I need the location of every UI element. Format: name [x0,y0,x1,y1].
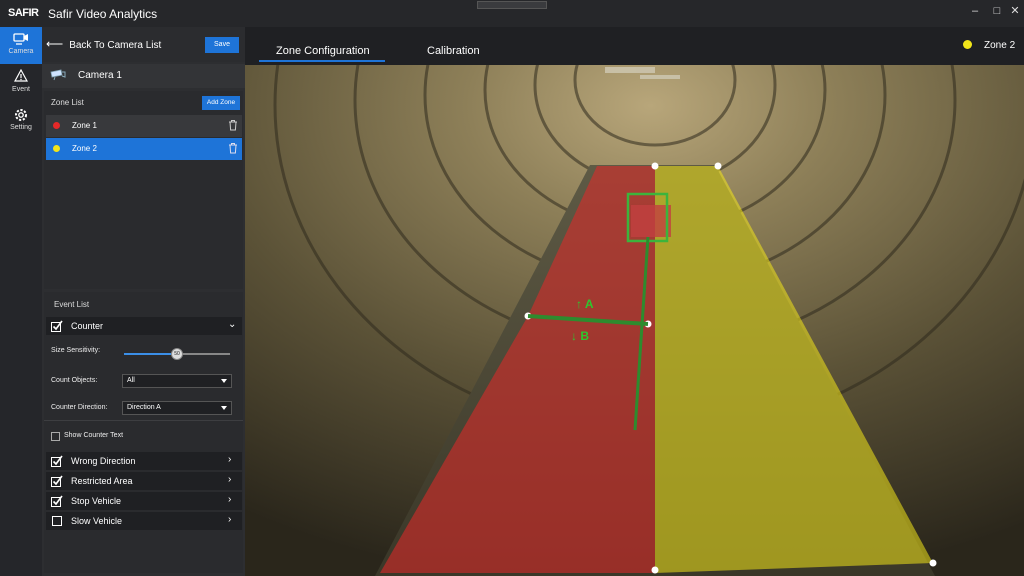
trash-icon[interactable] [228,119,238,131]
zone-color-dot [53,145,60,152]
show-counter-text-label: Show Counter Text [64,432,124,439]
zone-name: Zone 1 [72,121,97,130]
active-zone-indicator: Zone 2 [963,40,1015,51]
divider [44,420,243,421]
chevron-right-icon[interactable]: › [228,514,231,525]
tab-bar: Zone Configuration Calibration Zone 2 [245,27,1024,65]
save-button[interactable]: Save [205,37,239,53]
count-objects-select[interactable]: All [122,374,232,388]
zone-name: Zone 2 [72,144,97,153]
gear-icon [0,103,42,123]
event-label: Slow Vehicle [71,516,123,526]
count-objects-value: All [127,377,135,384]
active-tab-indicator [259,60,385,62]
zone-color-dot [963,40,972,49]
show-counter-text-checkbox[interactable] [51,432,60,441]
rail-setting-label: Setting [10,124,32,131]
checkbox-checked-icon[interactable] [51,475,63,487]
rail-event[interactable]: Event [0,65,42,102]
event-list: Event List Counter ⌄ Size Sensitivity: 5… [44,292,243,573]
cctv-camera-icon [50,69,66,84]
zone-list-title: Zone List [51,98,84,107]
chevron-down-icon[interactable]: ⌄ [228,319,236,330]
back-to-camera-list[interactable]: ⟵ Back To Camera List [46,37,161,51]
minimize-icon[interactable]: – [968,4,982,18]
app-title: Safir Video Analytics [48,7,158,21]
camera-icon [0,27,42,47]
rail-event-label: Event [12,86,30,93]
checkbox-unchecked-icon[interactable] [51,515,63,527]
app-logo: SAFIR [8,7,39,19]
warning-icon [0,65,42,85]
zone-color-dot [53,122,60,129]
event-wrong-direction[interactable]: Wrong Direction › [46,452,242,470]
dropdown-caret-icon [221,379,227,383]
event-label: Restricted Area [71,476,133,486]
back-label: Back To Camera List [69,40,162,51]
checkbox-checked-icon[interactable] [51,455,63,467]
event-label: Counter [71,321,104,331]
tab-zone-configuration[interactable]: Zone Configuration [276,45,370,57]
size-sensitivity-label: Size Sensitivity: [51,347,101,354]
panel-header: ⟵ Back To Camera List Save [42,27,245,62]
trash-icon[interactable] [228,142,238,154]
camera-name: Camera 1 [78,70,122,81]
size-sensitivity-slider[interactable]: 50 [124,348,230,360]
event-slow-vehicle[interactable]: Slow Vehicle › [46,512,242,530]
zone-list: Zone List Add Zone Zone 1 Zone 2 [44,91,243,289]
counter-direction-label: Counter Direction: [51,404,108,411]
back-arrow-icon: ⟵ [46,37,64,51]
checkbox-checked-icon[interactable] [51,495,63,507]
left-rail: Camera Event Setting [0,27,42,576]
rail-setting[interactable]: Setting [0,103,42,140]
tunnel-scene [245,65,1024,576]
counter-direction-select[interactable]: Direction A [122,401,232,415]
chevron-right-icon[interactable]: › [228,494,231,505]
add-zone-button[interactable]: Add Zone [202,96,240,110]
chevron-right-icon[interactable]: › [228,454,231,465]
rail-camera[interactable]: Camera [0,27,42,64]
event-counter[interactable]: Counter ⌄ [46,317,242,335]
event-restricted-area[interactable]: Restricted Area › [46,472,242,490]
zone-item-1[interactable]: Zone 1 [46,115,242,137]
active-zone-label: Zone 2 [984,40,1016,51]
zone-item-2[interactable]: Zone 2 [46,138,242,160]
maximize-icon[interactable]: □ [990,4,1004,18]
zone-list-header: Zone List Add Zone [44,93,243,113]
checkbox-checked-icon[interactable] [51,320,63,332]
title-bar: SAFIR Safir Video Analytics – □ ✕ [0,0,1024,27]
direction-a-label: ↑ A [576,297,594,311]
tab-calibration[interactable]: Calibration [427,45,480,57]
event-stop-vehicle[interactable]: Stop Vehicle › [46,492,242,510]
slider-thumb[interactable]: 50 [171,348,183,360]
event-label: Wrong Direction [71,456,136,466]
counter-direction-value: Direction A [127,404,161,411]
rail-camera-label: Camera [8,48,34,55]
slider-fill [124,353,177,355]
camera-row: Camera 1 [42,64,245,88]
chevron-right-icon[interactable]: › [228,474,231,485]
close-icon[interactable]: ✕ [1008,4,1022,18]
camera-view[interactable]: ↑ A ↓ B [245,65,1024,576]
title-drag-handle[interactable] [477,1,547,9]
dropdown-caret-icon [221,406,227,410]
side-panel: ⟵ Back To Camera List Save Camera 1 Zone … [42,27,245,576]
event-list-title: Event List [54,300,90,309]
count-objects-label: Count Objects: [51,377,98,384]
event-label: Stop Vehicle [71,496,122,506]
direction-b-label: ↓ B [571,329,589,343]
